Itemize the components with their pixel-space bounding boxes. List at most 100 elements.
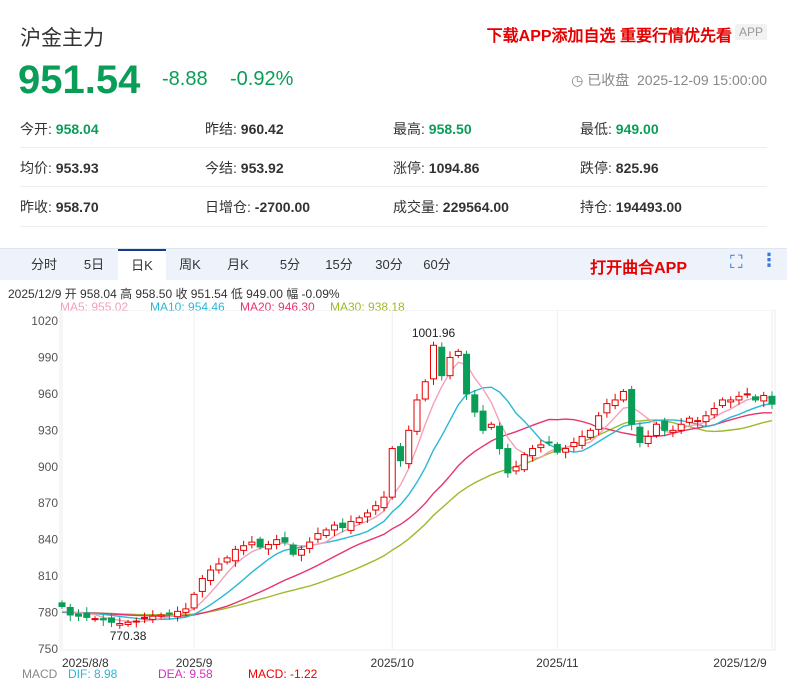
candle-body <box>372 505 380 511</box>
macd-dif: DIF: 8.98 <box>68 667 118 681</box>
fullscreen-icon[interactable]: ⛶ <box>730 252 743 273</box>
stat-value: 949.00 <box>615 121 659 137</box>
tab-月K[interactable]: 月K <box>214 249 262 281</box>
candle-body <box>463 353 471 395</box>
stat-item: 昨结: 960.42 <box>205 119 284 139</box>
candle-body <box>735 395 743 401</box>
candle-body <box>553 443 561 453</box>
stat-value: 1094.86 <box>428 160 480 176</box>
candle-body <box>661 420 669 431</box>
candle-body <box>751 396 759 401</box>
y-tick-label: 960 <box>38 387 58 401</box>
candle-body <box>718 399 726 407</box>
candle-body <box>619 390 627 401</box>
last-price: 951.54 <box>18 58 141 102</box>
ma20-line <box>61 412 772 617</box>
y-tick-label: 780 <box>38 606 58 620</box>
macd-value: MACD: -1.22 <box>248 667 318 681</box>
download-app-promo[interactable]: 下载APP添加自选 重要行情优先看 <box>487 22 732 46</box>
candle-body <box>116 622 124 626</box>
tab-5日[interactable]: 5日 <box>70 249 118 281</box>
stat-value: 953.92 <box>240 160 284 176</box>
tab-分时[interactable]: 分时 <box>20 249 68 281</box>
stat-label: 今开: <box>20 121 52 137</box>
y-tick-label: 810 <box>38 569 58 583</box>
tab-周K[interactable]: 周K <box>166 249 214 281</box>
stat-item: 今结: 953.92 <box>205 158 284 178</box>
macd-label: MACD <box>22 667 58 681</box>
candle-body <box>231 548 239 562</box>
y-tick-label: 870 <box>38 496 58 510</box>
tab-5分[interactable]: 5分 <box>266 249 314 281</box>
candle-body <box>570 441 578 448</box>
candle-body <box>297 548 305 556</box>
y-tick-label: 900 <box>38 460 58 474</box>
contract-title: 沪金主力 <box>20 27 104 50</box>
divider <box>20 147 767 148</box>
candle-body <box>363 512 371 518</box>
price-annotation: 1001.96 <box>412 326 456 340</box>
tab-15分[interactable]: 15分 <box>315 249 363 281</box>
stat-label: 均价: <box>20 160 52 176</box>
candle-body <box>446 356 454 377</box>
stat-value: 953.93 <box>55 160 99 176</box>
stat-label: 昨收: <box>20 199 52 215</box>
candle-body <box>636 426 644 443</box>
candle-body <box>190 593 198 609</box>
candle-body <box>347 520 355 531</box>
candle-body <box>504 448 512 474</box>
candle-body <box>644 435 652 444</box>
stat-label: 最高: <box>393 121 425 137</box>
candle-body <box>306 541 314 549</box>
candle-body <box>760 394 768 402</box>
candle-body <box>413 399 421 432</box>
tab-60分[interactable]: 60分 <box>413 249 461 281</box>
candle-body <box>611 399 619 407</box>
candle-body <box>669 429 677 433</box>
candle-body <box>578 435 586 446</box>
stat-value: 229564.00 <box>442 199 509 215</box>
candle-body <box>388 448 396 498</box>
candle-body <box>628 389 636 425</box>
stat-label: 昨结: <box>205 121 237 137</box>
candle-body <box>694 420 702 423</box>
status-text: 已收盘 <box>587 72 630 88</box>
tab-日K[interactable]: 日K <box>118 249 166 281</box>
stat-value: 194493.00 <box>615 199 682 215</box>
tab-30分[interactable]: 30分 <box>365 249 413 281</box>
candle-body <box>487 423 495 428</box>
candle-body <box>520 454 528 471</box>
candle-body <box>223 557 231 563</box>
stat-value: 958.04 <box>55 121 99 137</box>
candle-body <box>339 522 347 529</box>
candle-body <box>438 346 446 377</box>
app-badge[interactable]: APP <box>734 24 767 40</box>
candle-body <box>710 407 718 416</box>
open-app-link[interactable]: 打开曲合APP <box>590 254 687 278</box>
candle-body <box>124 621 132 625</box>
candle-body <box>132 620 140 623</box>
candle-body <box>727 399 735 403</box>
stat-value: 960.42 <box>240 121 284 137</box>
candle-body <box>545 441 553 444</box>
candle-body <box>182 608 190 613</box>
candle-body <box>264 544 272 550</box>
macd-dea: DEA: 9.58 <box>158 667 213 681</box>
y-tick-label: 990 <box>38 350 58 364</box>
stat-item: 涨停: 1094.86 <box>393 158 479 178</box>
stat-item: 日增仓: -2700.00 <box>205 197 310 217</box>
more-icon[interactable]: ⋮ <box>760 250 778 271</box>
candle-body <box>207 569 215 581</box>
candle-body <box>685 417 693 423</box>
stat-label: 跌停: <box>580 160 612 176</box>
candle-body <box>396 446 404 462</box>
kline-chart[interactable]: 2025/8/8 2025/9 2025/10 2025/11 2025/12/9102… <box>0 310 787 670</box>
candle-body <box>322 529 330 537</box>
candle-body <box>430 344 438 380</box>
candle-body <box>652 423 660 436</box>
candle-body <box>471 394 479 413</box>
candle-body <box>75 613 83 617</box>
stat-label: 成交量: <box>393 199 439 215</box>
candle-body <box>595 415 603 430</box>
x-tick-label: 2025/10 <box>371 656 415 670</box>
